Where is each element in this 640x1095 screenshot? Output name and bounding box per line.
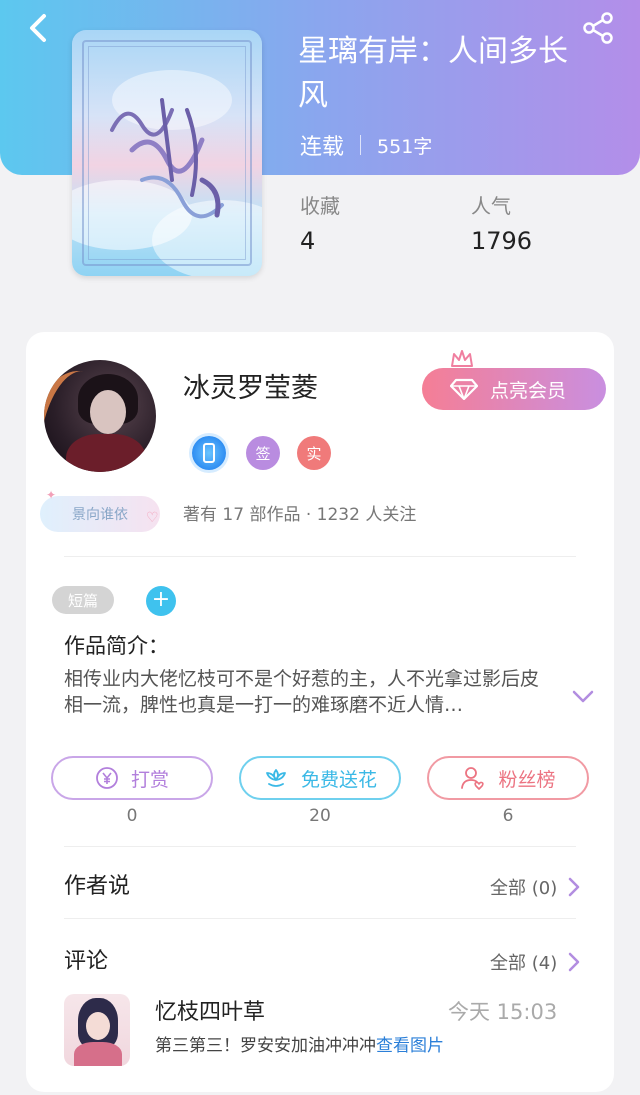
divider: [64, 846, 576, 847]
comment-text: 第三第三！罗安安加油冲冲冲查看图片: [155, 1031, 444, 1056]
back-button[interactable]: [22, 10, 58, 46]
fan-ranking-label: 粉丝榜: [498, 768, 556, 791]
avatar-face: [90, 390, 126, 434]
commenter-name[interactable]: 忆枝四叶草: [155, 994, 265, 1026]
crown-icon: [451, 350, 473, 367]
serial-status: 连载: [300, 135, 345, 160]
flower-count: 20: [309, 806, 331, 826]
author-meta: 著有 17 部作品 · 1232 人关注: [183, 505, 417, 525]
chevron-right-icon: [568, 877, 580, 897]
cover-calligraphy-art: [110, 98, 224, 219]
diamond-icon: [450, 378, 478, 400]
phone-glyph-icon: [203, 443, 215, 463]
chevron-down-icon: [572, 690, 594, 703]
flower-icon: [266, 769, 286, 787]
send-flower-button[interactable]: 免费送花: [239, 756, 401, 800]
chevron-left-icon: [30, 14, 46, 42]
send-flower-label: 免费送花: [300, 768, 377, 791]
signed-icon[interactable]: 签: [246, 436, 280, 470]
expand-intro-button[interactable]: [570, 686, 596, 706]
stat-value: 4: [300, 227, 316, 255]
author-says-title: 作者说: [64, 874, 131, 899]
divider: [64, 918, 576, 919]
comment-time: 今天 15:03: [448, 1000, 558, 1024]
fan-ranking-icon: [461, 767, 485, 790]
sparkle-icon: ✦: [46, 488, 57, 502]
comment-body: 第三第三！罗安安加油冲冲冲: [155, 1036, 376, 1056]
fan-count: 6: [502, 806, 514, 826]
status-divider: [360, 135, 362, 155]
divider: [64, 556, 576, 557]
author-says-all-link[interactable]: 全部 (0): [490, 874, 581, 900]
reward-button[interactable]: 打赏: [51, 756, 213, 800]
fan-ranking-button[interactable]: 粉丝榜: [427, 756, 589, 800]
stat-label: 收藏: [300, 194, 340, 218]
comments-all-label: 全部 (4): [490, 953, 558, 974]
avatar-body: [74, 1042, 122, 1066]
author-name[interactable]: 冰灵罗莹菱: [183, 366, 318, 405]
intro-text[interactable]: 相传业内大佬忆枝可不是个好惹的主，人不光拿过影后皮相一流，脾性也真是一打一的难琢…: [64, 666, 554, 718]
author-says-all-label: 全部 (0): [490, 878, 558, 899]
author-avatar[interactable]: [44, 360, 156, 472]
avatar-body: [66, 434, 146, 472]
yen-coin-icon: [96, 767, 118, 789]
real-name-icon[interactable]: 实: [297, 436, 331, 470]
word-count: 551字: [377, 135, 433, 158]
stat-value: 1796: [471, 227, 533, 255]
vip-button-label: 点亮会员: [490, 379, 567, 402]
heart-icon: ♡: [146, 510, 159, 526]
genre-tag[interactable]: 短篇: [52, 586, 114, 614]
comments-title: 评论: [64, 949, 109, 974]
stat-popularity: 人气 1796: [471, 190, 532, 255]
chevron-right-icon: [568, 952, 580, 972]
author-tag[interactable]: 景向谁依: [40, 496, 160, 532]
reward-label: 打赏: [130, 768, 169, 791]
add-tag-button[interactable]: +: [146, 586, 176, 616]
intro-title: 作品简介：: [64, 634, 169, 658]
phone-verified-icon[interactable]: [192, 436, 226, 470]
view-image-link[interactable]: 查看图片: [376, 1036, 444, 1056]
stat-label: 人气: [471, 194, 511, 218]
book-title: 星璃有岸：人间多长风: [298, 34, 568, 113]
comments-all-link[interactable]: 全部 (4): [490, 949, 581, 975]
avatar-face: [86, 1012, 110, 1040]
book-status-row: 连载 551字: [300, 130, 432, 160]
stat-favorites: 收藏 4: [300, 190, 340, 255]
commenter-avatar[interactable]: [64, 994, 130, 1066]
book-cover[interactable]: [72, 30, 262, 276]
vip-button[interactable]: 点亮会员: [422, 368, 606, 410]
reward-count: 0: [126, 806, 138, 826]
